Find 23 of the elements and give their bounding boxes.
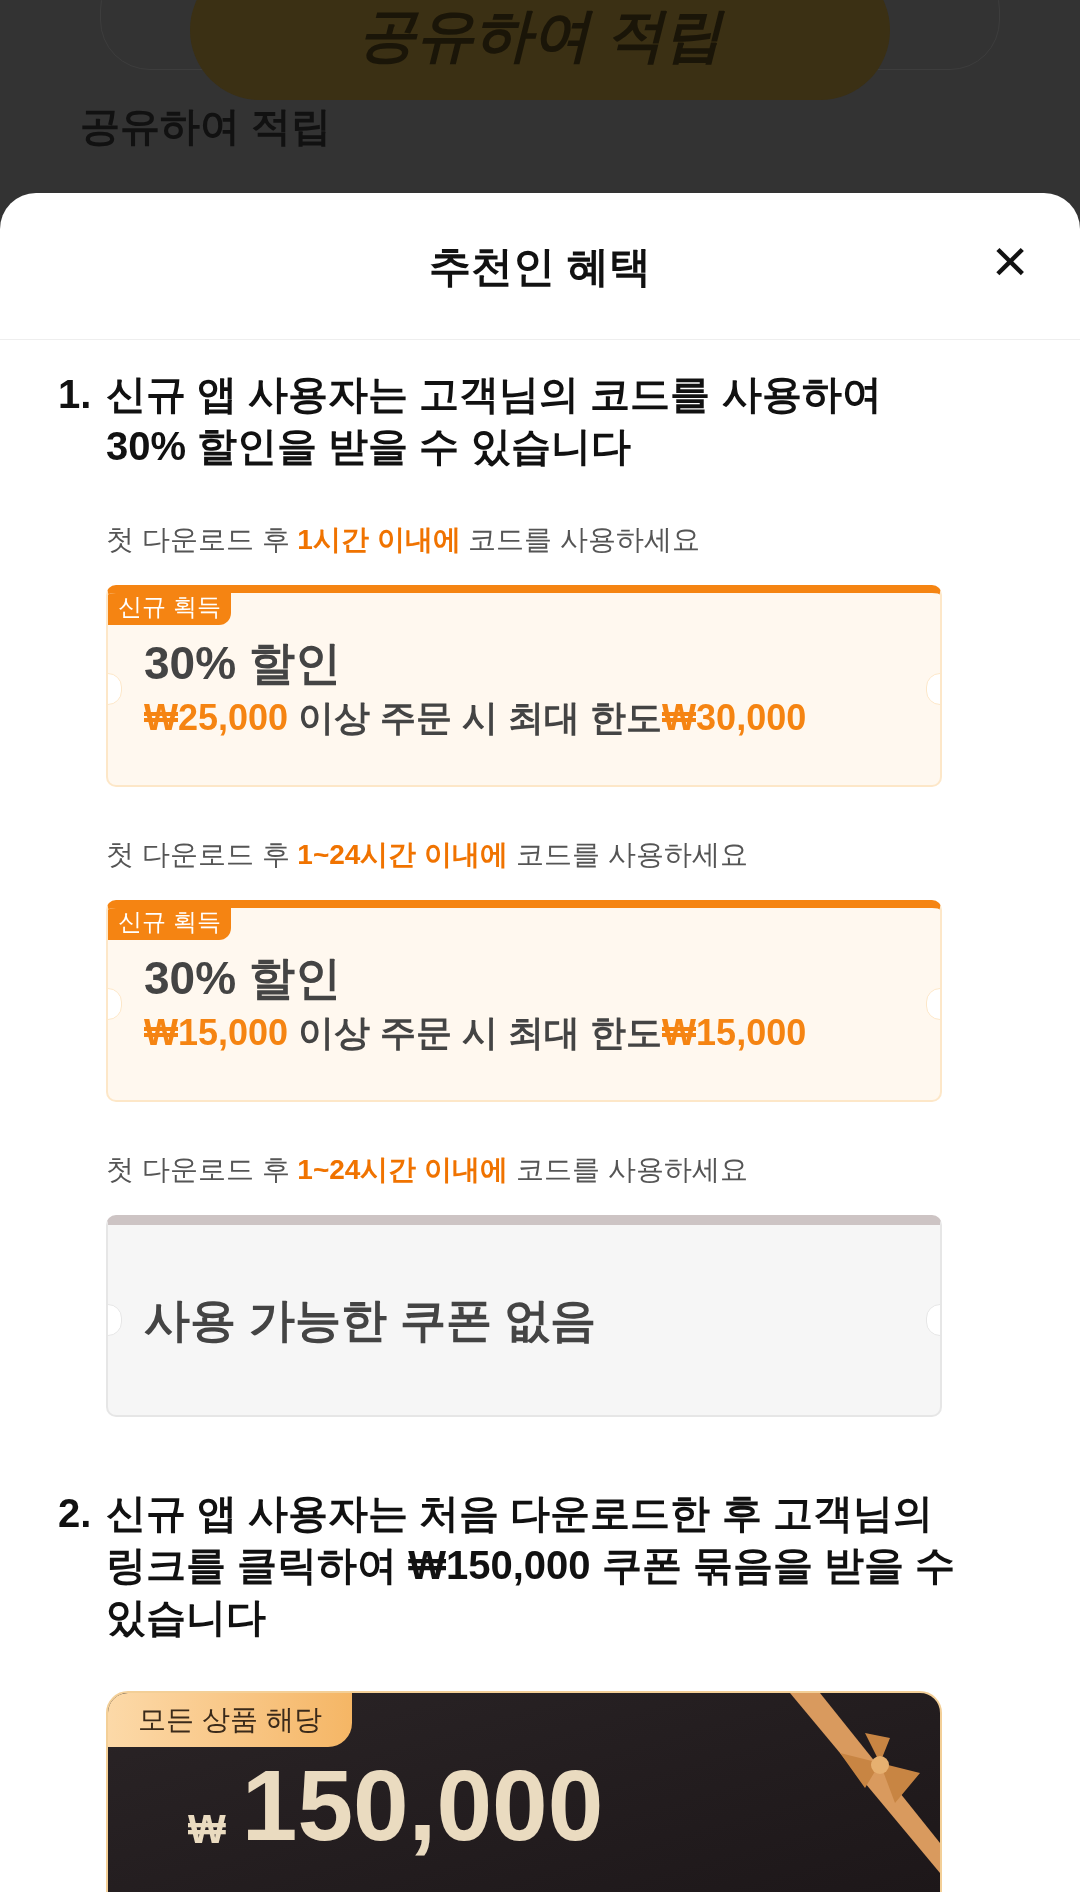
minimum-amount: ₩15,000 (144, 1010, 289, 1055)
usage-note: 첫 다운로드 후 1~24시간 이내에 코드를 사용하세요 (106, 1153, 749, 1187)
usage-note: 첫 다운로드 후 1~24시간 이내에 코드를 사용하세요 (106, 838, 749, 872)
discount-title: 30% 할인 (144, 636, 341, 691)
condition-text: 이상 주문 시 최대 한도 (297, 1010, 663, 1055)
maximum-amount: ₩15,000 (662, 1010, 807, 1055)
currency-sign: ₩ (188, 1809, 226, 1849)
voucher-amount: 150,000 (241, 1755, 604, 1855)
close-button[interactable]: × (980, 231, 1040, 291)
discount-title: 30% 할인 (144, 951, 341, 1006)
section-number: 2. (58, 1490, 93, 1537)
empty-coupon-text: 사용 가능한 쿠폰 없음 (144, 1292, 597, 1348)
sheet-title: 추천인 혜택 (429, 241, 651, 292)
minimum-amount: ₩25,000 (144, 695, 289, 740)
coupon-badge: 신규 획득 (108, 593, 231, 625)
maximum-amount: ₩30,000 (662, 695, 807, 740)
section-number: 1. (58, 371, 93, 418)
condition-text: 이상 주문 시 최대 한도 (297, 695, 663, 740)
coupon-badge: 신규 획득 (108, 908, 231, 940)
section-title: 신규 앱 사용자는 고객님의 코드를 사용하여 30% 할인을 받을 수 있습니다 (106, 371, 883, 470)
banner-badge: 모든 상품 해당 (108, 1693, 352, 1747)
usage-note: 첫 다운로드 후 1시간 이내에 코드를 사용하세요 (106, 523, 702, 557)
section-title: 신규 앱 사용자는 처음 다운로드한 후 고객님의 링크를 클릭하여 ₩150,000 쿠폰 묶음을 받을 수 있습니다 (106, 1490, 957, 1641)
